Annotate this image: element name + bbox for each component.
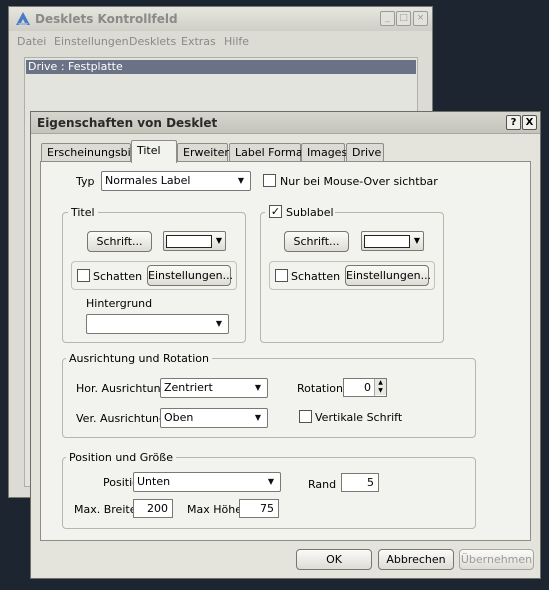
list-item[interactable]: Drive : Festplatte <box>26 60 416 74</box>
control-panel-menubar: Datei Einstellungen Desklets Extras Hilf… <box>9 31 432 53</box>
titel-shadow-label: Schatten <box>93 270 143 283</box>
sublabel-font-button[interactable]: Schrift... <box>284 231 349 252</box>
max-width-label: Max. Breite <box>74 503 137 516</box>
dialog-titlebar[interactable]: Eigenschaften von Desklet ? X <box>31 112 540 134</box>
tab-images[interactable]: Images <box>301 143 347 162</box>
position-group-title: Position und Größe <box>66 451 176 464</box>
mouseover-checkbox[interactable] <box>263 174 276 187</box>
chevron-down-icon: ▼ <box>215 236 223 245</box>
titel-settings-button[interactable]: Einstellungen... <box>147 265 233 286</box>
vertical-text-label: Vertikale Schrift <box>315 411 403 424</box>
tab-page-titel: Typ Normales Label ▼ Nur bei Mouse-Over … <box>40 161 531 541</box>
tab-label-format[interactable]: Label Format <box>229 143 307 162</box>
ver-alignment-label: Ver. Ausrichtung <box>76 412 167 425</box>
spin-down-icon[interactable]: ▼ <box>375 387 386 395</box>
titel-color-picker[interactable]: ▼ <box>163 231 226 251</box>
tab-erscheinungsbild[interactable]: Erscheinungsbild <box>41 143 141 162</box>
control-panel-titlebar[interactable]: Desklets Kontrollfeld _ □ × <box>9 7 432 31</box>
maximize-icon[interactable]: □ <box>396 11 411 26</box>
tab-erweitert[interactable]: Erweitert <box>177 143 233 162</box>
properties-dialog: Eigenschaften von Desklet ? X Erscheinun… <box>30 111 541 579</box>
sublabel-color-swatch <box>364 235 410 248</box>
ver-alignment-select[interactable]: Oben ▼ <box>160 408 268 428</box>
close-icon[interactable]: X <box>522 115 537 130</box>
menu-einstellungen[interactable]: Einstellungen <box>54 35 129 48</box>
titel-group-title: Titel <box>68 206 98 219</box>
titel-font-button[interactable]: Schrift... <box>87 231 152 252</box>
chevron-down-icon: ▼ <box>267 477 275 486</box>
alignment-group <box>62 358 476 438</box>
menu-hilfe[interactable]: Hilfe <box>224 35 249 48</box>
hor-alignment-label: Hor. Ausrichtung <box>76 382 168 395</box>
dialog-title: Eigenschaften von Desklet <box>37 116 218 130</box>
position-select[interactable]: Unten ▼ <box>133 472 281 492</box>
menu-desklets[interactable]: Desklets <box>129 35 176 48</box>
chevron-down-icon: ▼ <box>237 176 245 185</box>
app-logo-icon <box>15 11 31 27</box>
typ-label: Typ <box>76 175 95 188</box>
max-height-input[interactable]: 75 <box>239 499 279 518</box>
spin-up-icon[interactable]: ▲ <box>375 379 386 387</box>
ok-button[interactable]: OK <box>296 549 372 570</box>
cancel-button[interactable]: Abbrechen <box>378 549 454 570</box>
sublabel-settings-button[interactable]: Einstellungen... <box>345 265 431 286</box>
sublabel-checkbox[interactable]: ✓ <box>269 205 282 218</box>
margin-input[interactable]: 5 <box>341 473 379 492</box>
typ-value: Normales Label <box>105 174 191 187</box>
titel-color-swatch <box>166 235 212 248</box>
sublabel-title: Sublabel <box>286 206 334 219</box>
sublabel-shadow-checkbox[interactable] <box>275 269 288 282</box>
vertical-text-checkbox[interactable] <box>299 410 312 423</box>
chevron-down-icon: ▼ <box>215 319 223 328</box>
chevron-down-icon: ▼ <box>413 236 421 245</box>
rotation-spinner[interactable]: ▲ ▼ <box>374 379 386 396</box>
tab-titel[interactable]: Titel <box>131 140 177 163</box>
max-width-input[interactable]: 200 <box>133 499 173 518</box>
chevron-down-icon: ▼ <box>254 383 262 392</box>
position-group <box>62 457 476 529</box>
menu-extras[interactable]: Extras <box>181 35 216 48</box>
typ-select[interactable]: Normales Label ▼ <box>101 171 251 191</box>
max-height-label: Max Höhe <box>187 503 242 516</box>
sublabel-color-picker[interactable]: ▼ <box>361 231 424 251</box>
menu-datei[interactable]: Datei <box>17 35 46 48</box>
alignment-group-title: Ausrichtung und Rotation <box>66 352 212 365</box>
margin-label: Rand <box>308 478 337 491</box>
minimize-icon[interactable]: _ <box>380 11 395 26</box>
hor-alignment-select[interactable]: Zentriert ▼ <box>160 378 268 398</box>
sublabel-shadow-label: Schatten <box>291 270 341 283</box>
hor-alignment-value: Zentriert <box>164 381 213 394</box>
tab-drive[interactable]: Drive <box>346 143 384 162</box>
ver-alignment-value: Oben <box>164 411 194 424</box>
position-value: Unten <box>137 475 171 488</box>
apply-button[interactable]: Übernehmen <box>459 549 534 570</box>
control-panel-title: Desklets Kontrollfeld <box>35 12 178 26</box>
background-select[interactable]: ▼ <box>86 314 229 334</box>
close-icon[interactable]: × <box>413 11 428 26</box>
titel-shadow-checkbox[interactable] <box>77 269 90 282</box>
rotation-label: Rotation <box>297 382 344 395</box>
help-icon[interactable]: ? <box>506 115 521 130</box>
chevron-down-icon: ▼ <box>254 413 262 422</box>
mouseover-label: Nur bei Mouse-Over sichtbar <box>280 175 438 188</box>
background-label: Hintergrund <box>86 297 153 310</box>
